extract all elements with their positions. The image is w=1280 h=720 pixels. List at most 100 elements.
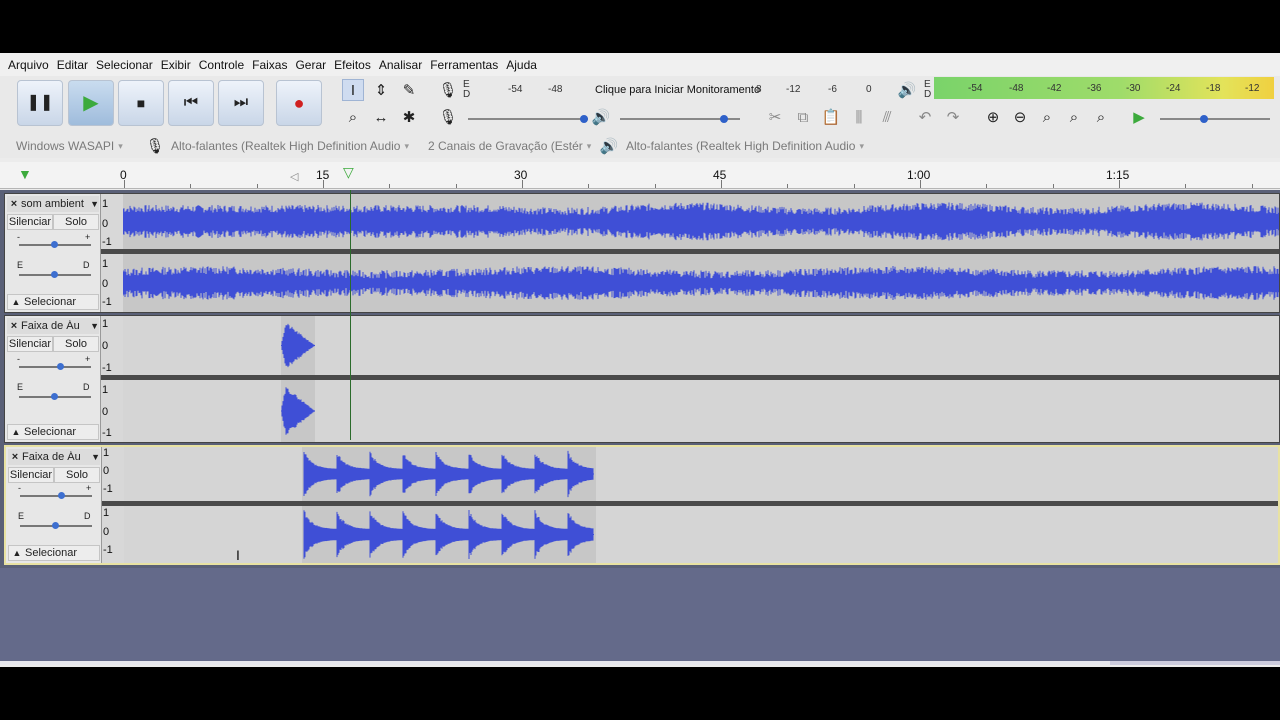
waveform-channel-right[interactable] <box>123 254 1279 312</box>
waveform-channel-left[interactable] <box>123 194 1279 249</box>
select-track-button[interactable]: ▲ Selecionar <box>7 424 99 440</box>
zoom-in-icon[interactable]: ⊕ <box>982 106 1004 128</box>
record-button[interactable]: ● <box>276 80 322 126</box>
copy-icon[interactable]: ⧉ <box>792 106 814 128</box>
waveform-channel-right[interactable] <box>123 380 1279 442</box>
tracks-area[interactable]: × som ambient ▼ Silenciar Solo - + E D ▲… <box>0 190 1280 568</box>
menu-faixas[interactable]: Faixas <box>248 58 291 72</box>
waveform-channel-left[interactable] <box>123 316 1279 375</box>
playback-volume-slider[interactable] <box>620 115 740 123</box>
fit-project-icon[interactable]: ⌕ <box>1063 106 1085 128</box>
horizontal-scrollbar[interactable] <box>0 661 1280 665</box>
menu-selecionar[interactable]: Selecionar <box>92 58 157 72</box>
waveform-channel-left[interactable] <box>124 447 1278 501</box>
trim-icon[interactable]: ⫼ <box>848 106 870 128</box>
silence-icon[interactable]: ⫻ <box>876 106 898 128</box>
mute-button[interactable]: Silenciar <box>7 336 53 352</box>
track-name: Faixa de Áu <box>22 451 81 463</box>
redo-icon[interactable]: ↷ <box>942 106 964 128</box>
gain-plus-icon: + <box>86 483 92 493</box>
select-track-button[interactable]: ▲ Selecionar <box>7 294 99 310</box>
envelope-tool-icon[interactable]: ⇕ <box>370 79 392 101</box>
speaker-icon[interactable]: 🔊 <box>896 79 918 101</box>
start-monitoring-prompt[interactable]: Clique para Iniciar Monitoramento <box>595 84 760 96</box>
fit-selection-icon[interactable]: ⌕ <box>1036 106 1058 128</box>
gain-slider[interactable] <box>20 492 92 499</box>
vscale-bottom: -1 <box>102 427 112 439</box>
solo-button[interactable]: Solo <box>53 336 99 352</box>
selection-tool-icon[interactable]: I <box>342 79 364 101</box>
select-track-button[interactable]: ▲ Selecionar <box>8 545 100 561</box>
pan-slider[interactable] <box>19 271 91 278</box>
menu-efeitos[interactable]: Efeitos <box>330 58 375 72</box>
cut-icon[interactable]: ✂ <box>764 106 786 128</box>
collapse-track-icon: ▲ <box>11 297 21 307</box>
close-track-icon[interactable]: × <box>7 320 21 332</box>
toolbar: ❚❚ ▶ ■ ⏮ ⏭ ● I ⇕ ✎ ⌕ ↔ ✱ 🎙 E D -54 -48 C… <box>0 76 1280 134</box>
skip-start-button[interactable]: ⏮ <box>168 80 214 126</box>
pan-slider[interactable] <box>19 393 91 400</box>
play-scale: -42 <box>1047 83 1062 94</box>
play-speed-slider[interactable] <box>1160 115 1270 123</box>
menu-editar[interactable]: Editar <box>53 58 92 72</box>
menu-ferramentas[interactable]: Ferramentas <box>426 58 502 72</box>
collapse-track-icon: ▲ <box>11 427 21 437</box>
menu-ajuda[interactable]: Ajuda <box>502 58 541 72</box>
rec-scale: -12 <box>786 84 801 95</box>
close-track-icon[interactable]: × <box>8 451 22 463</box>
microphone-icon[interactable]: 🎙 <box>437 79 459 101</box>
pan-left-label: E <box>17 382 24 392</box>
menu-controle[interactable]: Controle <box>195 58 248 72</box>
solo-button[interactable]: Solo <box>54 467 100 483</box>
waveform-channel-right[interactable] <box>124 506 1278 563</box>
play-button[interactable]: ▶ <box>68 80 114 126</box>
recording-channels-select[interactable]: 2 Canais de Gravação (Estér ▾ <box>428 137 593 155</box>
recording-volume-slider[interactable] <box>468 115 588 123</box>
timeshift-tool-icon[interactable]: ↔ <box>370 106 392 128</box>
audacity-window: Arquivo Editar Selecionar Exibir Control… <box>0 53 1280 667</box>
audio-track[interactable]: × Faixa de Áu ▼ Silenciar Solo - + E D ▲… <box>4 445 1280 565</box>
solo-button[interactable]: Solo <box>53 214 99 230</box>
menu-arquivo[interactable]: Arquivo <box>4 58 53 72</box>
pan-slider[interactable] <box>20 522 92 529</box>
skip-end-button[interactable]: ⏭ <box>218 80 264 126</box>
menu-analisar[interactable]: Analisar <box>375 58 426 72</box>
mute-button[interactable]: Silenciar <box>7 214 53 230</box>
stop-button[interactable]: ■ <box>118 80 164 126</box>
multi-tool-icon[interactable]: ✱ <box>398 106 420 128</box>
audio-track[interactable]: × Faixa de Áu ▼ Silenciar Solo - + E D ▲… <box>4 315 1280 443</box>
chevron-down-icon: ▾ <box>118 140 123 151</box>
playback-meter[interactable] <box>934 77 1274 99</box>
audio-track[interactable]: × som ambient ▼ Silenciar Solo - + E D ▲… <box>4 193 1280 313</box>
menu-exibir[interactable]: Exibir <box>157 58 195 72</box>
track-name-menu[interactable]: × Faixa de Áu ▼ <box>8 449 100 465</box>
zoom-tool-icon[interactable]: ⌕ <box>342 106 364 128</box>
rec-scale: -48 <box>548 84 563 95</box>
empty-track-area[interactable] <box>0 568 1280 665</box>
ruler-label: 1:00 <box>907 168 931 182</box>
play-at-speed-icon[interactable]: ▶ <box>1128 106 1150 128</box>
draw-tool-icon[interactable]: ✎ <box>398 79 420 101</box>
zoom-out-icon[interactable]: ⊖ <box>1009 106 1031 128</box>
gain-minus-icon: - <box>17 354 20 364</box>
close-track-icon[interactable]: × <box>7 198 21 210</box>
timeline-ruler[interactable]: ▼ 0 15 30 45 1:00 1:15 ◁ ▽ <box>0 162 1280 189</box>
menu-gerar[interactable]: Gerar <box>291 58 330 72</box>
gain-slider[interactable] <box>19 241 91 248</box>
vscale-mid: 0 <box>103 465 110 477</box>
track-name-menu[interactable]: × som ambient ▼ <box>7 196 99 212</box>
play-scale: -48 <box>1009 83 1024 94</box>
pause-button[interactable]: ❚❚ <box>17 80 63 126</box>
vscale-bottom: -1 <box>103 483 113 495</box>
paste-icon[interactable]: 📋 <box>820 106 842 128</box>
zoom-toggle-icon[interactable]: ⌕ <box>1090 106 1112 128</box>
mute-button[interactable]: Silenciar <box>8 467 54 483</box>
recording-device-select[interactable]: Alto-falantes (Realtek High Definition A… <box>171 137 421 155</box>
track-name-menu[interactable]: × Faixa de Áu ▼ <box>7 318 99 334</box>
ruler-label: 45 <box>713 168 727 182</box>
gain-slider[interactable] <box>19 363 91 370</box>
playback-device-select[interactable]: Alto-falantes (Realtek High Definition A… <box>626 137 876 155</box>
audio-host-select[interactable]: Windows WASAPI ▾ <box>16 137 136 155</box>
rec-meter-channel-right: D <box>463 89 471 100</box>
undo-icon[interactable]: ↶ <box>914 106 936 128</box>
